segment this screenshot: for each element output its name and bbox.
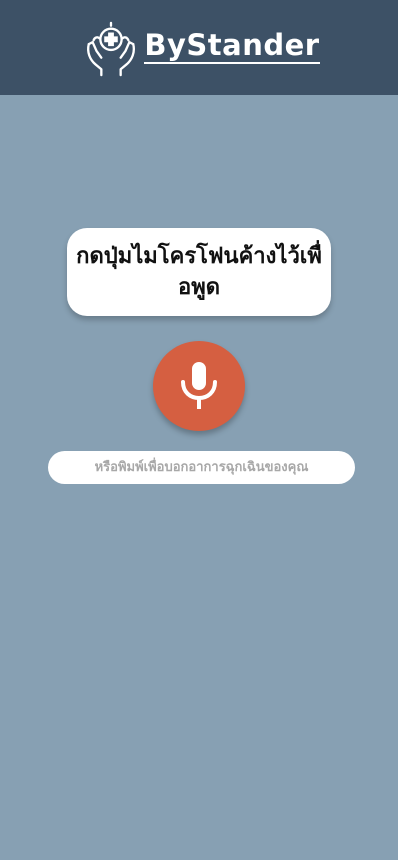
app-header: ByStander [0,0,398,95]
emergency-input[interactable] [48,451,355,484]
brand-name: ByStander [144,28,320,64]
microphone-icon [181,362,217,409]
prompt-card: กดปุ่มไมโครโฟนค้างไว้เพื่อพูด [67,228,331,316]
emergency-text-field[interactable] [48,451,355,484]
hands-holding-medical-cross-icon [87,21,136,76]
app-screen: ByStander กดปุ่มไมโครโฟนค้างไว้เพื่อพูด [0,0,398,860]
brand: ByStander [82,19,320,77]
prompt-text: กดปุ่มไมโครโฟนค้างไว้เพื่อพูด [76,244,322,300]
microphone-button[interactable] [153,341,245,431]
